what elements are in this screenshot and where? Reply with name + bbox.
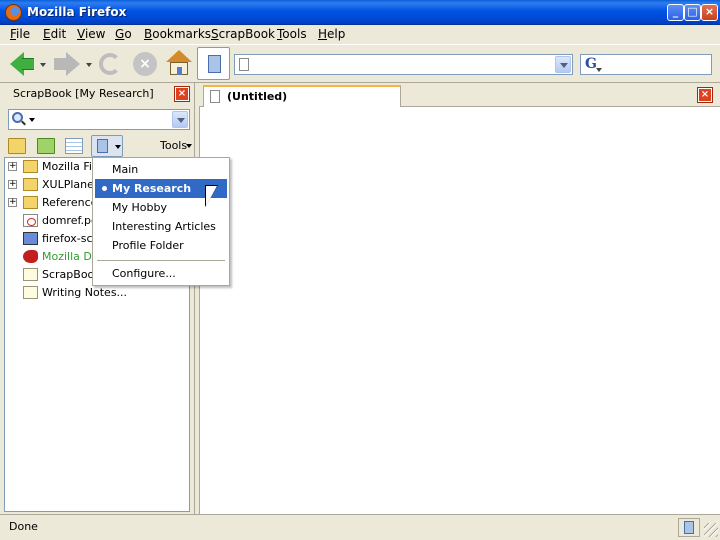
menu-item-label: My Research [112,182,192,195]
maximize-button[interactable]: □ [684,4,701,21]
menu-bookmarks[interactable]: Bookmarks [144,27,211,41]
home-icon[interactable] [166,50,192,76]
menu-separator [97,260,225,261]
mozilla-dino-icon [23,250,38,263]
tab-untitled[interactable]: (Untitled) [203,85,401,108]
expand-toggle-icon[interactable]: + [8,180,17,189]
stop-icon[interactable]: × [133,52,157,76]
expand-toggle-icon[interactable]: + [8,198,17,207]
url-dropdown-button[interactable] [555,56,571,73]
menu-bar: File Edit View Go Bookmarks ScrapBook To… [0,25,720,44]
search-bar[interactable]: G [580,54,712,75]
menu-file[interactable]: File [10,27,30,41]
menu-item-profile-folder[interactable]: Profile Folder [95,236,227,255]
menu-item-configure[interactable]: Configure... [95,264,227,283]
tab-strip: (Untitled) × [199,83,720,108]
scrapbook-select-menu: Main My Research My Hobby Interesting Ar… [92,157,230,286]
scrapbook-status-icon [684,521,694,534]
page-icon [23,286,38,299]
list-view-icon[interactable] [65,138,83,154]
radio-dot-icon [102,186,107,191]
forward-dropdown-icon[interactable] [86,63,92,67]
tree-item[interactable]: Writing Notes... [5,284,189,302]
tree-item-label: XULPlanet [42,178,99,191]
pdf-icon [23,214,38,227]
page-icon [210,90,220,103]
sidebar-header: ScrapBook [My Research] × [0,83,194,105]
menu-go[interactable]: Go [115,27,132,41]
resize-grip[interactable] [704,523,718,537]
menu-help[interactable]: Help [318,27,345,41]
minimize-button[interactable]: _ [667,4,684,21]
menu-item-label: Profile Folder [112,239,184,252]
forward-icon-tail[interactable] [54,58,66,70]
forward-icon[interactable] [66,52,80,76]
sidebar-toolbar: Tools [0,134,194,158]
sidebar-splitter[interactable] [194,83,198,514]
chevron-down-icon [115,145,121,149]
window-title: Mozilla Firefox [27,5,127,19]
expand-toggle-icon[interactable]: + [8,162,17,171]
sidebar-search-field[interactable] [8,109,190,130]
browser-content[interactable] [199,107,720,514]
close-window-button[interactable]: × [701,4,718,21]
tab-label: (Untitled) [227,90,288,103]
menu-item-interesting-articles[interactable]: Interesting Articles [95,217,227,236]
sidebar-title: ScrapBook [My Research] [13,87,154,100]
status-bar: Done [0,514,720,540]
move-folder-icon[interactable] [37,138,55,154]
scrapbook-status-button[interactable] [678,518,700,537]
close-tab-button[interactable]: × [697,87,713,103]
menu-edit[interactable]: Edit [43,27,66,41]
new-folder-icon[interactable] [8,138,26,154]
reload-icon[interactable] [99,53,121,75]
menu-view[interactable]: View [77,27,105,41]
page-icon [23,268,38,281]
folder-icon [23,196,38,209]
folder-icon [23,178,38,191]
status-text: Done [9,520,38,533]
sidebar-toggle-button[interactable] [197,47,230,80]
menu-scrapbook[interactable]: ScrapBook [211,27,275,41]
back-dropdown-icon[interactable] [40,63,46,67]
tree-item-label: Writing Notes... [42,286,128,299]
title-bar: Mozilla Firefox _ □ × [0,0,720,25]
menu-item-label: Interesting Articles [112,220,216,233]
scrapbook-select-button[interactable] [91,135,123,157]
sidebar-toggle-icon [208,55,221,73]
tools-dropdown-icon[interactable] [186,144,192,148]
sidebar-tools-menu[interactable]: Tools [160,139,187,152]
firefox-logo-icon [5,4,22,21]
engine-dropdown-icon[interactable] [596,68,602,72]
menu-tools[interactable]: Tools [277,27,307,41]
back-icon-tail[interactable] [22,58,34,70]
folder-icon [23,160,38,173]
mouse-cursor-fill [206,186,217,206]
scrapbook-icon [97,139,108,153]
menu-item-label: My Hobby [112,201,167,214]
close-sidebar-button[interactable]: × [174,86,190,102]
page-icon [239,58,249,71]
tree-item-label: Reference [42,196,98,209]
menu-item-label: Main [112,163,139,176]
sidebar-search-dropdown-button[interactable] [172,111,188,128]
image-icon [23,232,38,245]
url-bar[interactable] [234,54,573,75]
menu-item-label: Configure... [112,267,176,280]
search-mode-dropdown-icon[interactable] [29,118,35,122]
menu-item-main[interactable]: Main [95,160,227,179]
tree-item-label: firefox-scr [42,232,98,245]
